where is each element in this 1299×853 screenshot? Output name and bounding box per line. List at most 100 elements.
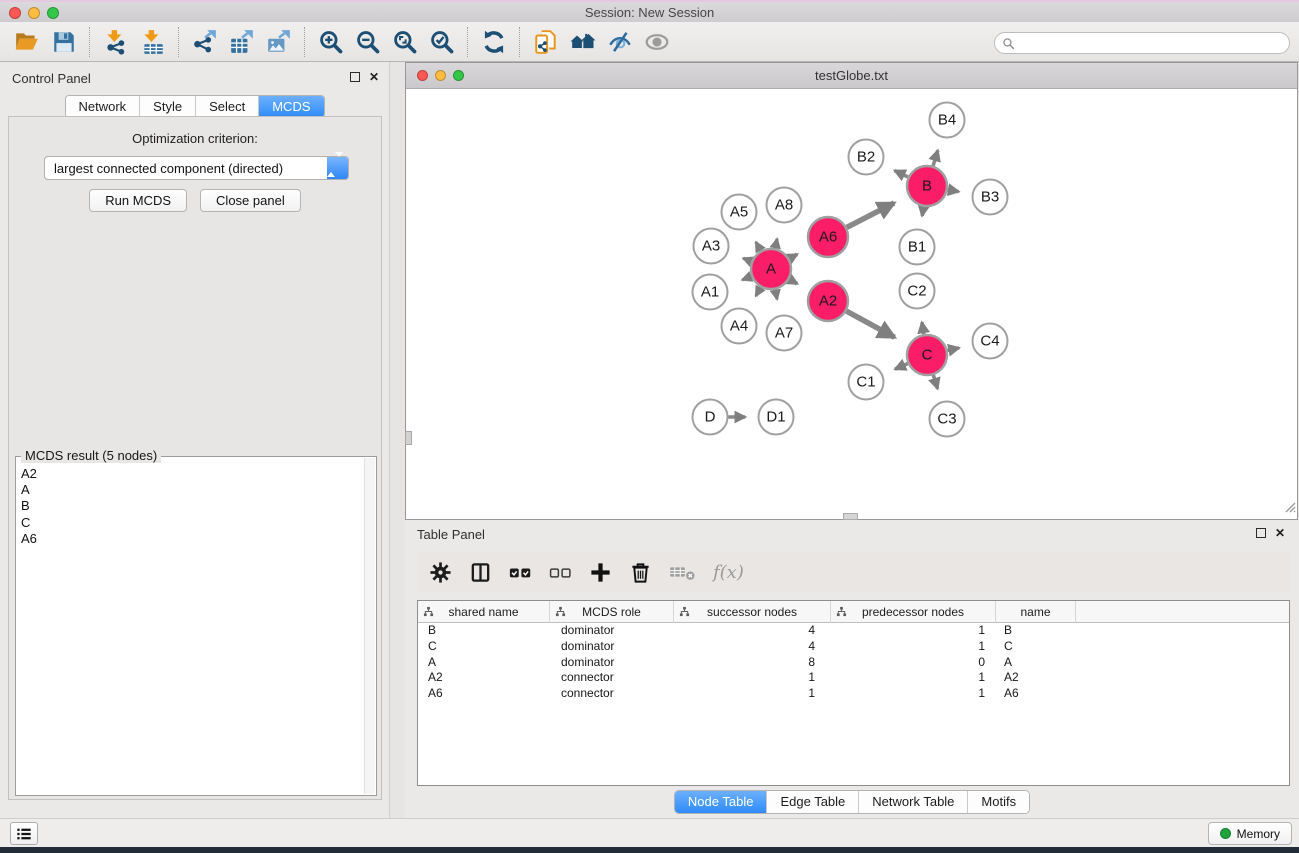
cell-successor-nodes[interactable]: 4: [674, 623, 831, 639]
tab-motifs[interactable]: Motifs: [967, 791, 1029, 813]
graph-edge[interactable]: [895, 364, 908, 370]
task-history-button[interactable]: [10, 822, 38, 845]
graph-edge[interactable]: [756, 242, 761, 251]
cell-shared-name[interactable]: A6: [418, 686, 550, 702]
open-file-icon[interactable]: [8, 25, 45, 59]
cell-shared-name[interactable]: A: [418, 655, 550, 671]
result-item[interactable]: C: [21, 515, 364, 531]
graph-edge[interactable]: [948, 190, 959, 192]
cell-MCDS-role[interactable]: connector: [550, 670, 674, 686]
cell-MCDS-role[interactable]: connector: [550, 686, 674, 702]
cell-successor-nodes[interactable]: 4: [674, 639, 831, 655]
search-input[interactable]: [1019, 34, 1281, 52]
cell-predecessor-nodes[interactable]: 1: [831, 670, 996, 686]
column-header-successor-nodes[interactable]: successor nodes: [674, 601, 831, 623]
tab-edge-table[interactable]: Edge Table: [766, 791, 858, 813]
import-network-icon[interactable]: [97, 25, 134, 59]
cell-name[interactable]: B: [996, 623, 1076, 639]
network-window-titlebar[interactable]: testGlobe.txt: [406, 63, 1297, 89]
close-table-panel-icon[interactable]: ✕: [1275, 528, 1285, 538]
split-columns-icon[interactable]: [467, 557, 493, 587]
close-panel-button[interactable]: Close panel: [200, 189, 301, 212]
export-table-icon[interactable]: [223, 25, 260, 59]
cell-successor-nodes[interactable]: 1: [674, 670, 831, 686]
memory-button[interactable]: Memory: [1208, 822, 1292, 845]
graph-edge[interactable]: [847, 203, 894, 227]
zoom-in-icon[interactable]: [312, 25, 349, 59]
graph-edge[interactable]: [922, 322, 924, 334]
tab-style[interactable]: Style: [139, 96, 195, 117]
hide-graphics-details-icon[interactable]: [601, 25, 638, 59]
cell-name[interactable]: A: [996, 655, 1076, 671]
cell-predecessor-nodes[interactable]: 0: [831, 655, 996, 671]
tab-select[interactable]: Select: [195, 96, 258, 117]
left-divider-handle[interactable]: [405, 431, 412, 445]
column-header-predecessor-nodes[interactable]: predecessor nodes: [831, 601, 996, 623]
export-network-icon[interactable]: [186, 25, 223, 59]
tab-node-table[interactable]: Node Table: [675, 791, 767, 813]
result-item[interactable]: A2: [21, 466, 364, 482]
zoom-out-icon[interactable]: [349, 25, 386, 59]
table-row[interactable]: A6connector11A6: [418, 686, 1289, 702]
result-item[interactable]: A6: [21, 531, 364, 547]
cell-shared-name[interactable]: C: [418, 639, 550, 655]
run-mcds-button[interactable]: Run MCDS: [89, 189, 187, 212]
result-scrollbar[interactable]: [364, 458, 375, 794]
column-header-shared-name[interactable]: shared name: [418, 601, 550, 623]
float-table-panel-icon[interactable]: [1256, 528, 1266, 538]
graph-edge[interactable]: [742, 276, 751, 280]
cell-predecessor-nodes[interactable]: 1: [831, 639, 996, 655]
network-canvas[interactable]: B4B2BB3A8A5A6A3B1AC2A1A2A4A7C4CC1DD1C3: [406, 89, 1297, 519]
graph-edge[interactable]: [789, 254, 797, 258]
refresh-icon[interactable]: [475, 25, 512, 59]
graph-edge[interactable]: [846, 311, 894, 337]
zoom-selected-icon[interactable]: [423, 25, 460, 59]
table-row[interactable]: Cdominator41C: [418, 639, 1289, 655]
select-all-checkboxes-icon[interactable]: [507, 557, 533, 587]
table-row[interactable]: A2connector11A2: [418, 670, 1289, 686]
resize-grip[interactable]: [1282, 499, 1296, 518]
graph-edge[interactable]: [933, 150, 938, 166]
tab-network[interactable]: Network: [65, 96, 139, 117]
graph-edge[interactable]: [775, 239, 777, 249]
settings-gear-icon[interactable]: [427, 557, 453, 587]
graph-edge[interactable]: [775, 290, 777, 300]
zoom-fit-icon[interactable]: [386, 25, 423, 59]
graph-edge[interactable]: [756, 287, 761, 296]
table-row[interactable]: Bdominator41B: [418, 623, 1289, 639]
unselect-all-checkboxes-icon[interactable]: [547, 557, 573, 587]
float-panel-icon[interactable]: [350, 72, 360, 82]
cell-MCDS-role[interactable]: dominator: [550, 623, 674, 639]
export-image-icon[interactable]: [260, 25, 297, 59]
column-header-MCDS-role[interactable]: MCDS role: [550, 601, 674, 623]
tab-network-table[interactable]: Network Table: [858, 791, 967, 813]
cell-shared-name[interactable]: B: [418, 623, 550, 639]
optimization-criterion-select[interactable]: largest connected component (directed): [44, 156, 349, 180]
delete-column-icon[interactable]: [627, 557, 653, 587]
show-graphics-details-icon[interactable]: [638, 25, 675, 59]
save-session-icon[interactable]: [45, 25, 82, 59]
graph-edge[interactable]: [743, 258, 751, 261]
cell-name[interactable]: A2: [996, 670, 1076, 686]
cell-name[interactable]: A6: [996, 686, 1076, 702]
cell-shared-name[interactable]: A2: [418, 670, 550, 686]
clone-network-icon[interactable]: [527, 25, 564, 59]
cell-predecessor-nodes[interactable]: 1: [831, 623, 996, 639]
bottom-divider-handle[interactable]: [843, 513, 858, 520]
graph-edge[interactable]: [895, 171, 908, 177]
graph-edge[interactable]: [948, 348, 960, 351]
import-table-icon[interactable]: [134, 25, 171, 59]
result-item[interactable]: A: [21, 482, 364, 498]
table-row[interactable]: Adominator80A: [418, 655, 1289, 671]
add-column-icon[interactable]: [587, 557, 613, 587]
home-icon[interactable]: [564, 25, 601, 59]
cell-name[interactable]: C: [996, 639, 1076, 655]
column-header-name[interactable]: name: [996, 601, 1076, 623]
tab-mcds[interactable]: MCDS: [258, 96, 323, 117]
close-panel-icon[interactable]: ✕: [369, 72, 379, 82]
result-item[interactable]: B: [21, 498, 364, 514]
cell-predecessor-nodes[interactable]: 1: [831, 686, 996, 702]
cell-MCDS-role[interactable]: dominator: [550, 639, 674, 655]
graph-edge[interactable]: [922, 207, 924, 216]
graph-edge[interactable]: [933, 375, 937, 389]
